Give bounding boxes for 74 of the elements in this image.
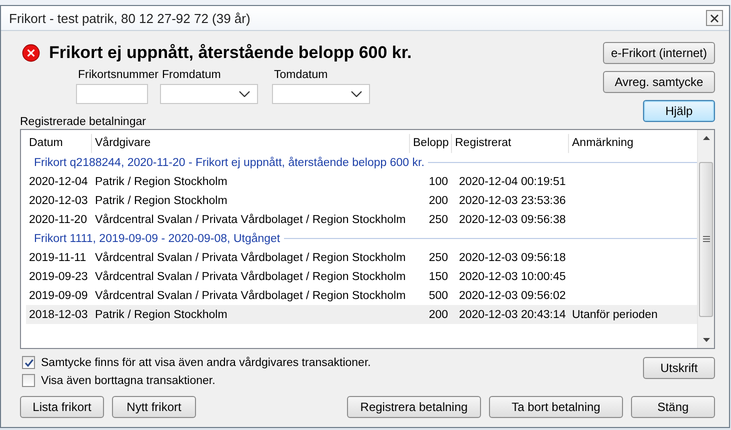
table-cell: Patrik / Region Stockholm: [95, 194, 228, 206]
close-button[interactable]: [706, 10, 723, 26]
table-row[interactable]: 2020-11-20 Vårdcentral Svalan / Privata Vårdbolaget / Region Stockholm 250 2020-12-03 09:56:38: [26, 210, 697, 229]
status-message: Frikort ej uppnått, återstående belopp 600 kr.: [49, 43, 412, 63]
table-cell: 2020-12-03 20:43:14: [459, 308, 566, 320]
scroll-up-icon[interactable]: [702, 136, 710, 140]
side-button[interactable]: Hjälp: [643, 100, 715, 122]
date-dropdown[interactable]: [272, 84, 370, 104]
scrollbar[interactable]: [697, 130, 714, 348]
table-cell: 250: [428, 252, 448, 264]
error-icon: [22, 44, 40, 62]
table-cell: Utanför perioden: [572, 308, 658, 320]
side-button[interactable]: Avreg. samtycke: [603, 71, 715, 93]
group-header[interactable]: Frikort q2188244, 2020-11-20 - Frikort ej uppnått, återstående belopp 600 kr.: [34, 156, 424, 168]
table-cell: 200: [428, 308, 448, 320]
table-title: Registrerade betalningar: [20, 116, 147, 129]
window-title: Frikort - test patrik, 80 12 27-92 72 (39 år): [9, 10, 250, 26]
table-cell: 2018-12-03: [29, 308, 88, 320]
date-dropdown[interactable]: [160, 84, 258, 104]
scroll-down-icon[interactable]: [702, 338, 710, 342]
table-row[interactable]: 2019-11-11 Vårdcentral Svalan / Privata Vårdbolaget / Region Stockholm 250 2020-12-03 09:56:18: [26, 248, 697, 267]
table-cell: Vårdcentral Svalan / Privata Vårdbolaget / Region Stockholm: [95, 214, 406, 226]
table-cell: 2020-12-03: [29, 194, 88, 206]
table-cell: 2019-09-23: [29, 270, 88, 282]
chevron-down-icon: [239, 91, 250, 97]
table-cell: Patrik / Region Stockholm: [95, 176, 228, 188]
table-cell: 250: [428, 214, 448, 226]
table-cell: 200: [428, 194, 448, 206]
action-button[interactable]: Registrera betalning: [347, 396, 481, 418]
checkbox[interactable]: [22, 356, 35, 369]
table-cell: Vårdcentral Svalan / Privata Vårdbolaget / Region Stockholm: [95, 270, 406, 282]
table-row[interactable]: 2019-09-23 Vårdcentral Svalan / Privata Vårdbolaget / Region Stockholm 150 2020-12-03 10:00:45: [26, 267, 697, 286]
table-cell: Patrik / Region Stockholm: [95, 308, 228, 320]
table-cell: 2020-11-20: [29, 214, 87, 226]
column-header[interactable]: Anmärkning: [569, 134, 697, 153]
table-cell: 2020-12-03 09:56:38: [459, 214, 566, 226]
table-row[interactable]: 2019-09-09 Vårdcentral Svalan / Privata Vårdbolaget / Region Stockholm 500 2020-12-03 09:56:02: [26, 286, 697, 305]
checkbox[interactable]: [22, 374, 35, 387]
action-button[interactable]: Stäng: [631, 396, 715, 418]
table-cell: 2020-12-03 09:56:18: [459, 252, 566, 264]
table-cell: Vårdcentral Svalan / Privata Vårdbolaget / Region Stockholm: [95, 252, 406, 264]
print-button[interactable]: Utskrift: [643, 357, 715, 379]
action-button[interactable]: Lista frikort: [20, 396, 104, 418]
table-cell: 2020-12-03 23:53:36: [459, 194, 566, 206]
grip-icon: [702, 236, 710, 242]
table-cell: 100: [428, 176, 448, 188]
column-header[interactable]: Vårdgivare: [92, 134, 410, 153]
text-field[interactable]: [76, 84, 148, 104]
group-header[interactable]: Frikort 1111, 2019-09-09 - 2020-09-08, Utgånget: [34, 232, 280, 244]
table-cell: 2020-12-04 00:19:51: [459, 176, 566, 188]
table-cell: 2019-11-11: [29, 252, 86, 264]
table-cell: 2020-12-03 10:00:45: [459, 270, 566, 282]
table-cell: 500: [428, 290, 448, 302]
column-header[interactable]: Registrerat: [452, 134, 569, 153]
table-cell: Vårdcentral Svalan / Privata Vårdbolaget / Region Stockholm: [95, 290, 406, 302]
column-header[interactable]: Belopp: [410, 134, 452, 153]
checkbox-label: Visa även borttagna transaktioner.: [41, 374, 216, 386]
column-header[interactable]: Datum: [26, 134, 92, 153]
table-cell: 2020-12-04: [29, 176, 88, 188]
table-row[interactable]: 2020-12-03 Patrik / Region Stockholm 200 2020-12-03 23:53:36: [26, 191, 697, 210]
table-cell: 2019-09-09: [29, 290, 88, 302]
field-label: Fromdatum: [162, 68, 221, 82]
field-label: Frikortsnummer: [78, 68, 159, 82]
table-cell: 150: [428, 270, 448, 282]
side-button[interactable]: e-Frikort (internet): [603, 42, 715, 64]
action-button[interactable]: Ta bort betalning: [489, 396, 623, 418]
table-cell: 2020-12-03 09:56:02: [459, 290, 566, 302]
action-button[interactable]: Nytt frikort: [112, 396, 196, 418]
chevron-down-icon: [351, 91, 362, 97]
close-icon: [710, 14, 719, 22]
table-row[interactable]: 2020-12-04 Patrik / Region Stockholm 100 2020-12-04 00:19:51: [26, 172, 697, 191]
table-row[interactable]: 2018-12-03 Patrik / Region Stockholm 200 2020-12-03 20:43:14 Utanför perioden: [26, 305, 697, 324]
checkbox-label: Samtycke finns för att visa även andra vårdgivares transaktioner.: [41, 356, 371, 368]
field-label: Tomdatum: [274, 68, 328, 82]
